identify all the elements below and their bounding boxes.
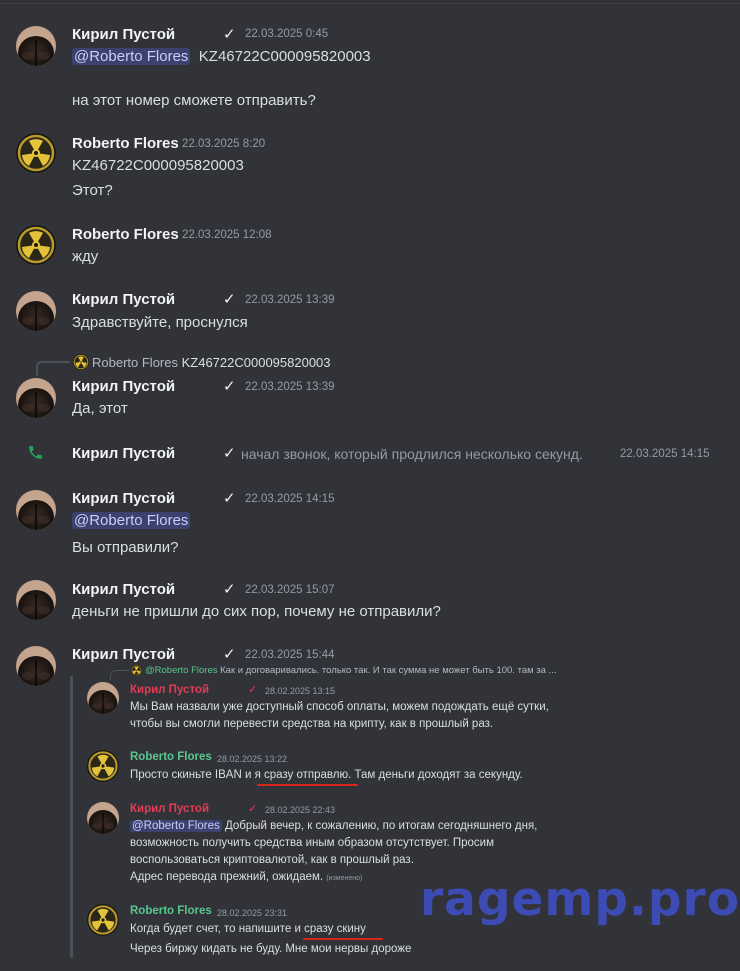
checkmark-icon: ✓: [248, 803, 258, 815]
message-text: @Roberto Flores Добрый вечер, к сожалени…: [130, 818, 537, 835]
timestamp: 28.02.2025 22:43: [265, 805, 336, 815]
checkmark-icon: ✓: [223, 445, 236, 462]
screenshot-border: [70, 676, 73, 958]
message-text: @Roberto Flores: [72, 512, 191, 529]
user-mention[interactable]: @Roberto Flores: [72, 48, 191, 65]
message-text: жду: [72, 248, 99, 265]
avatar: [87, 802, 119, 834]
message-text: Этот?: [72, 182, 113, 199]
message-text: Здравствуйте, проснулся: [72, 314, 248, 331]
iban-text: KZ46722C000095820003: [198, 48, 371, 65]
author-name[interactable]: Кирил Пустой: [72, 445, 175, 462]
author-name: Roberto Flores: [130, 905, 212, 917]
reply-connector: [110, 670, 129, 680]
reply-text: Как и договаривались. только так. И так …: [220, 665, 557, 676]
message-text: Через биржу кидать не буду. Мне мои нерв…: [130, 943, 412, 955]
author-name[interactable]: Кирил Пустой: [72, 291, 175, 308]
checkmark-icon: ✓: [223, 291, 236, 308]
author-name[interactable]: Кирил Пустой: [72, 490, 175, 507]
reply-text: KZ46722C000095820003: [181, 355, 331, 370]
message-text: Адрес перевода прежний, ожидаем. (измене…: [130, 869, 362, 887]
message-text: Когда будет счет, то напишите и сразу ск…: [130, 923, 366, 935]
message-text: @Roberto Flores KZ46722C000095820003: [72, 48, 371, 65]
timestamp: 22.03.2025 14:15: [245, 493, 335, 505]
checkmark-icon: ✓: [223, 26, 236, 43]
checkmark-icon: ✓: [248, 684, 258, 696]
avatar[interactable]: [16, 378, 56, 418]
watermark-text: ragemp.pro: [420, 872, 740, 927]
timestamp: 22.03.2025 0:45: [245, 28, 329, 40]
phone-icon: [29, 446, 42, 459]
timestamp: 28.02.2025 13:22: [217, 754, 288, 764]
edited-label: (изменено): [326, 875, 363, 882]
timestamp: 28.02.2025 23:31: [217, 908, 288, 918]
author-name[interactable]: Roberto Flores: [72, 226, 179, 243]
user-mention[interactable]: @Roberto Flores: [72, 512, 191, 529]
timestamp: 22.03.2025 15:07: [245, 584, 335, 596]
author-name[interactable]: Кирил Пустой: [72, 581, 175, 598]
top-divider: [0, 3, 740, 4]
avatar[interactable]: [16, 133, 56, 173]
timestamp: 22.03.2025 15:44: [245, 649, 335, 661]
call-text: начал звонок, который продлился нескольк…: [241, 446, 583, 462]
reply-connector: [36, 361, 70, 376]
message-text: возможность получить средства иным образ…: [130, 837, 494, 849]
highlight-underline: [257, 784, 358, 786]
timestamp: 28.02.2025 13:15: [265, 686, 336, 696]
reply-author: Roberto Flores: [92, 355, 178, 370]
message-line: Добрый вечер, к сожалению, по итогам сег…: [224, 820, 538, 832]
message-text: KZ46722C000095820003: [72, 157, 244, 174]
message-text: Да, этот: [72, 400, 128, 417]
message-text: Просто скиньте IBAN и я сразу отправлю. …: [130, 769, 523, 781]
author-name: Кирил Пустой: [130, 684, 210, 696]
avatar[interactable]: [16, 225, 56, 265]
avatar: [87, 904, 119, 936]
avatar[interactable]: [16, 26, 56, 66]
message-text: воспользоваться криптовалютой, как в про…: [130, 854, 414, 866]
timestamp: 22.03.2025 13:39: [245, 294, 335, 306]
message-text: деньги не пришли до сих пор, почему не о…: [72, 603, 441, 620]
timestamp: 22.03.2025 8:20: [182, 138, 266, 150]
message-text: на этот номер сможете отправить?: [72, 92, 316, 109]
highlight-underline: [303, 938, 383, 940]
checkmark-icon: ✓: [223, 581, 236, 598]
timestamp: 22.03.2025 14:15: [620, 448, 710, 460]
message-text: чтобы вы смогли перевести средства на кр…: [130, 718, 494, 730]
avatar[interactable]: [16, 580, 56, 620]
user-mention: @Roberto Flores: [130, 820, 222, 832]
message-text: Вы отправили?: [72, 539, 179, 556]
message-text: Мы Вам назвали уже доступный способ опла…: [130, 701, 549, 713]
avatar[interactable]: [16, 646, 56, 686]
author-name[interactable]: Кирил Пустой: [72, 378, 175, 395]
author-name[interactable]: Roberto Flores: [72, 135, 179, 152]
avatar: [87, 750, 119, 782]
reply-author: @Roberto Flores: [145, 665, 218, 676]
author-name[interactable]: Кирил Пустой: [72, 26, 175, 43]
avatar[interactable]: [16, 291, 56, 331]
author-name: Кирил Пустой: [130, 803, 210, 815]
avatar: [131, 665, 142, 676]
checkmark-icon: ✓: [223, 646, 236, 663]
avatar: [87, 682, 119, 714]
message-line: Адрес перевода прежний, ожидаем.: [130, 871, 324, 883]
author-name: Roberto Flores: [130, 751, 212, 763]
timestamp: 22.03.2025 12:08: [182, 229, 272, 241]
author-name[interactable]: Кирил Пустой: [72, 646, 175, 663]
reply-preview[interactable]: Roberto Flores KZ46722C000095820003: [92, 355, 331, 370]
avatar[interactable]: [73, 354, 89, 370]
timestamp: 22.03.2025 13:39: [245, 381, 335, 393]
checkmark-icon: ✓: [223, 378, 236, 395]
checkmark-icon: ✓: [223, 490, 236, 507]
reply-preview: @Roberto Flores Как и договаривались. то…: [145, 665, 556, 676]
avatar[interactable]: [16, 490, 56, 530]
